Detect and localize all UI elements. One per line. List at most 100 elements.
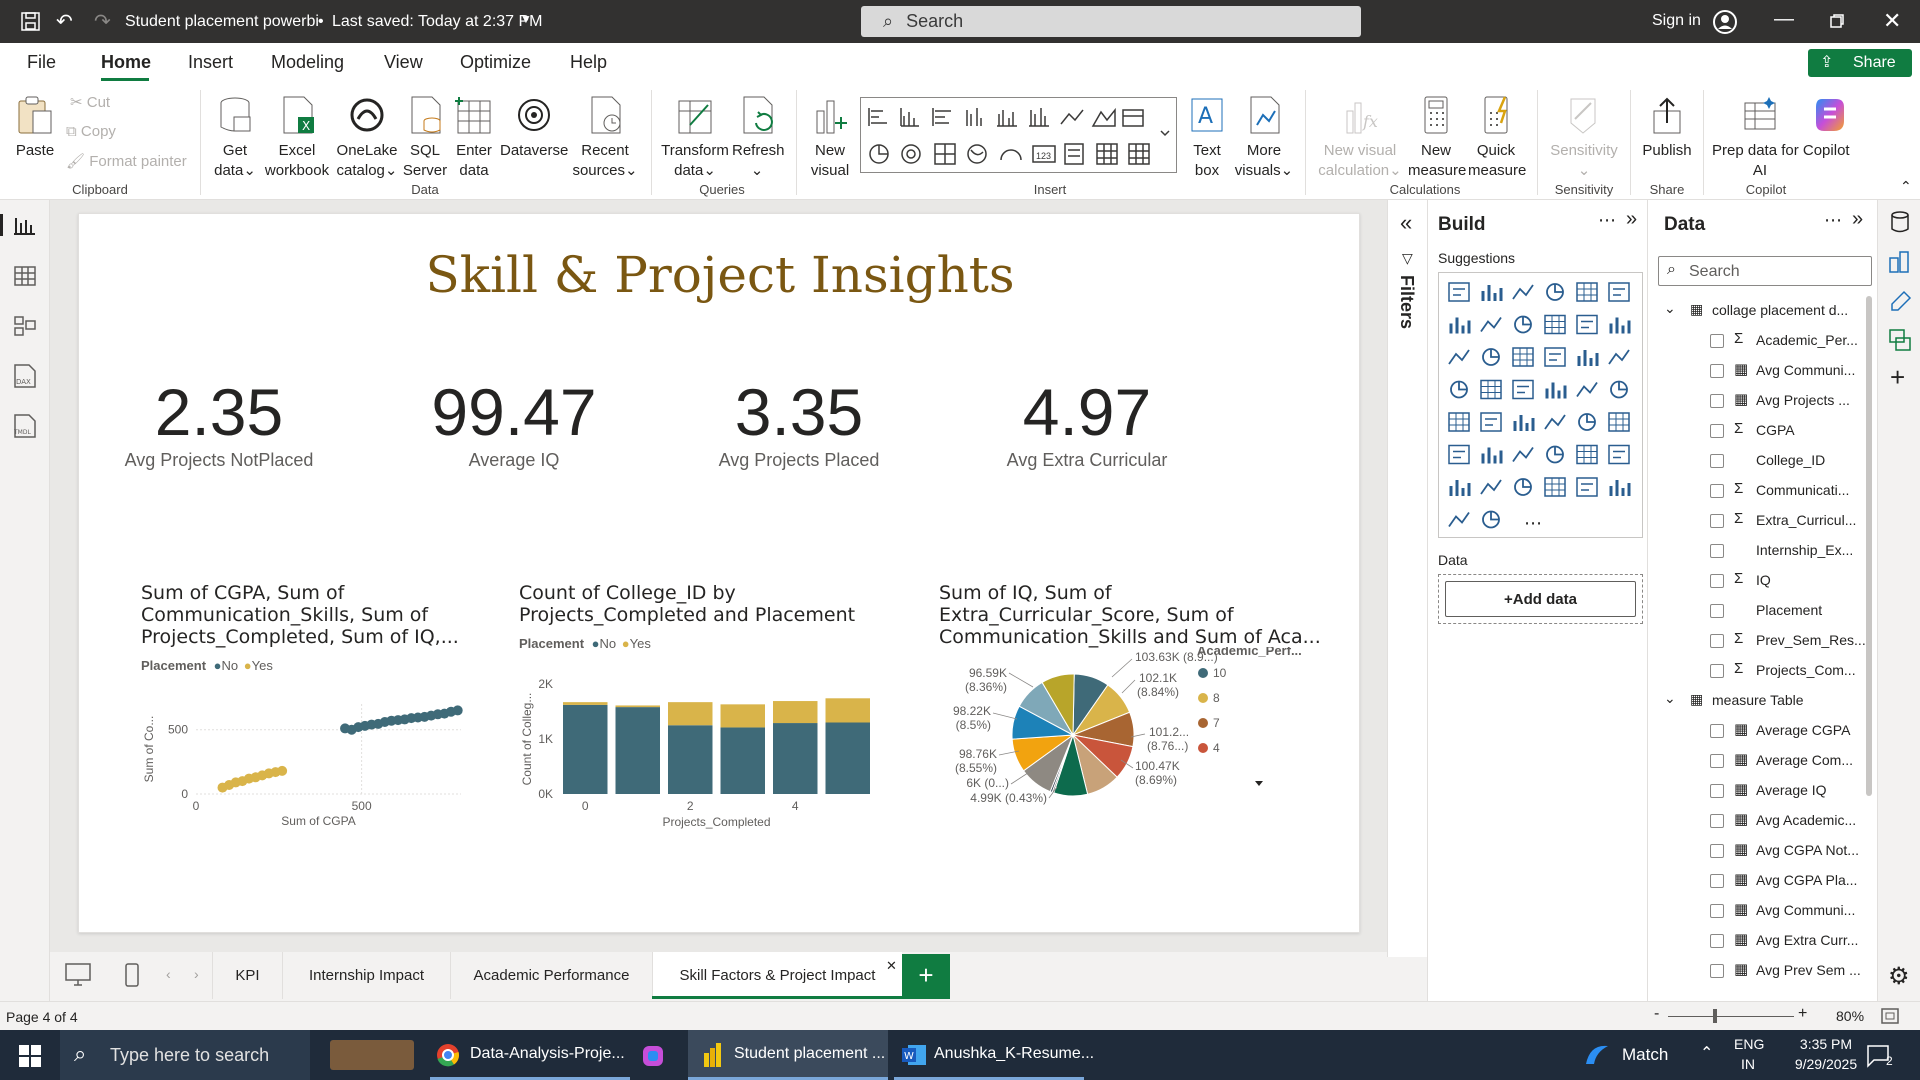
taskbar-app-word[interactable]: W Anushka_K-Resume... [894,1030,1094,1080]
recent-sources-button[interactable]: Recent sources⌄ [570,95,640,181]
new-visual-button[interactable]: New visual [805,95,855,181]
search-box[interactable]: ⌕ Search [861,6,1361,37]
field-checkbox[interactable] [1710,364,1724,378]
field-checkbox[interactable] [1710,544,1724,558]
tray-chevron-icon[interactable]: ⌃ [1700,1043,1713,1063]
field-row[interactable]: Σ Prev_Sem_Res... [1648,626,1866,656]
field-row[interactable]: Σ IQ [1648,566,1866,596]
taskbar-app-powerbi[interactable]: Student placement ... [688,1030,888,1080]
close-icon[interactable]: ✕ [1883,8,1901,34]
prev-page-icon[interactable]: ‹ [166,966,171,982]
zoom-in-icon[interactable]: + [1798,1005,1807,1023]
field-checkbox[interactable] [1710,574,1724,588]
more-options-icon[interactable]: ⋯ [1824,210,1842,231]
desktop-layout-icon[interactable] [64,962,92,988]
new-measure-button[interactable]: New measure [1408,95,1466,181]
field-checkbox[interactable] [1710,664,1724,678]
field-checkbox[interactable] [1710,724,1724,738]
save-icon[interactable] [20,11,42,33]
cut-button[interactable]: ✂ Cut [70,93,110,113]
pie-visual[interactable]: Sum of IQ, Sum of Extra_Curricular_Score… [939,582,1339,842]
more-visuals-button[interactable]: More visuals⌄ [1232,95,1296,181]
tab-kpi[interactable]: KPI [212,952,282,999]
field-row[interactable]: ▦ Average Com... [1648,746,1866,776]
report-view-icon[interactable] [13,214,37,236]
copilot-taskbar-icon[interactable] [640,1043,666,1069]
taskbar-app-chrome[interactable]: Data-Analysis-Proje... [430,1030,630,1080]
field-checkbox[interactable] [1710,394,1724,408]
minimize-icon[interactable]: — [1774,8,1794,31]
field-row[interactable]: Σ Extra_Curricul... [1648,506,1866,536]
field-checkbox[interactable] [1710,784,1724,798]
zoom-out-icon[interactable]: - [1654,1005,1659,1023]
windows-start-icon[interactable] [19,1045,41,1067]
field-checkbox[interactable] [1710,754,1724,768]
excel-workbook-button[interactable]: X Excel workbook [262,95,332,181]
share-button[interactable]: ⇪ Share ⌄ [1808,49,1912,98]
weather-icon[interactable] [1582,1042,1612,1068]
collapse-pane-icon[interactable]: » [1626,208,1637,231]
filters-pane-collapsed[interactable]: « ▽ Filters [1387,200,1427,957]
menu-file[interactable]: File [27,52,56,73]
close-tab-icon[interactable]: ✕ [886,958,897,974]
language-bottom[interactable]: IN [1741,1056,1755,1072]
field-checkbox[interactable] [1710,934,1724,948]
field-checkbox[interactable] [1710,814,1724,828]
field-row[interactable]: ▦ Avg Extra Curr... [1648,926,1866,956]
field-row[interactable]: ▦ Avg Prev Sem ... [1648,956,1866,986]
next-page-icon[interactable]: › [194,966,199,982]
scatter-visual[interactable]: Sum of CGPA, Sum of Communication_Skills… [141,582,481,832]
model-view-icon[interactable] [13,315,37,337]
scrollbar[interactable] [1866,296,1872,796]
bar-visual[interactable]: Count of College_ID by Projects_Complete… [519,582,879,832]
text-box-button[interactable]: A Text box [1184,95,1230,181]
field-row[interactable]: ▦ Average CGPA [1648,716,1866,746]
field-checkbox[interactable] [1710,424,1724,438]
expand-filters-icon[interactable]: « [1400,210,1412,236]
language-top[interactable]: ENG [1734,1036,1764,1052]
field-checkbox[interactable] [1710,904,1724,918]
chevron-down-icon[interactable]: ⌄ [1664,300,1676,317]
sync-slicers-icon[interactable] [1888,328,1912,352]
kpi-card[interactable]: 2.35 Avg Projects NotPlaced [109,374,329,471]
field-checkbox[interactable] [1710,634,1724,648]
publish-button[interactable]: Publish [1640,95,1694,161]
table-node[interactable]: ⌄ ▦ measure Table [1648,686,1866,716]
account-icon[interactable] [1712,9,1738,35]
clock-date[interactable]: 9/29/2025 [1776,1056,1876,1072]
chevron-down-icon[interactable]: ▼ [520,12,532,26]
widgets-icon[interactable] [330,1040,414,1070]
quick-measure-button[interactable]: Quick measure [1468,95,1526,181]
kpi-card[interactable]: 3.35 Avg Projects Placed [689,374,909,471]
sql-server-button[interactable]: SQL Server [402,95,448,181]
tab-academic-performance[interactable]: Academic Performance [450,952,652,999]
tab-skill-factors[interactable]: Skill Factors & Project Impact [652,952,902,999]
transform-data-button[interactable]: Transform data⌄ [660,95,730,181]
field-row[interactable]: ▦ Avg CGPA Not... [1648,836,1866,866]
fit-to-page-icon[interactable] [1880,1007,1900,1025]
field-row[interactable]: Σ Projects_Com... [1648,656,1866,686]
build-pane-icon[interactable] [1888,250,1912,274]
sign-in-link[interactable]: Sign in [1652,12,1701,30]
prep-data-copilot-button[interactable]: Prep data for Copilot AI [1712,95,1850,181]
field-checkbox[interactable] [1710,874,1724,888]
undo-icon[interactable]: ↶ [56,9,73,34]
onelake-catalog-button[interactable]: OneLake catalog⌄ [333,95,401,181]
field-row[interactable]: ▦ Avg CGPA Pla... [1648,866,1866,896]
zoom-slider-track[interactable] [1668,1016,1794,1017]
settings-gear-icon[interactable]: ⚙ [1888,962,1910,991]
format-painter-button[interactable]: 🖌 Format painter [66,152,187,172]
enter-data-button[interactable]: Enter data [452,95,496,181]
table-node[interactable]: ⌄ ▦ collage placement d... [1648,296,1866,326]
visual-icon-grid[interactable]: ⋯ [1438,272,1643,538]
field-checkbox[interactable] [1710,334,1724,348]
tmdl-view-icon[interactable]: TMDL [11,413,39,439]
refresh-button[interactable]: Refresh ⌄ [732,95,785,181]
taskbar-search[interactable]: ⌕ Type here to search [60,1030,310,1080]
field-row[interactable]: Σ CGPA [1648,416,1866,446]
copilot-button[interactable] [1810,95,1854,138]
weather-text[interactable]: Match [1622,1045,1668,1065]
tab-internship-impact[interactable]: Internship Impact [282,952,450,999]
field-row[interactable]: ▦ Avg Academic... [1648,806,1866,836]
field-row[interactable]: ▦ Avg Projects ... [1648,386,1866,416]
